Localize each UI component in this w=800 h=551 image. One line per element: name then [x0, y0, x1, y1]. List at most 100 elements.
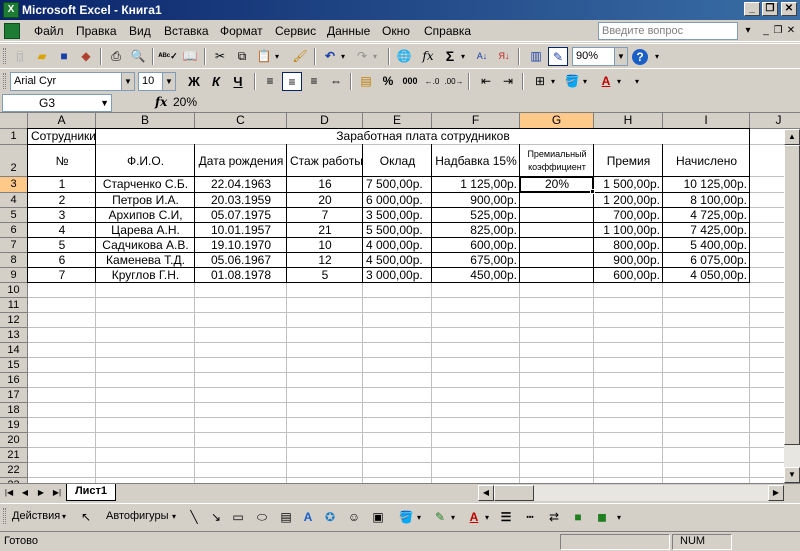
cell[interactable]: 7 [288, 208, 362, 222]
row-header[interactable]: 14 [0, 343, 28, 358]
name-box[interactable]: G3 ▼ [2, 94, 112, 112]
row-header[interactable]: 3 [0, 177, 28, 193]
font-size-select[interactable]: 10 ▼ [138, 72, 176, 91]
cell[interactable]: 1 500,00р. [595, 177, 662, 192]
row-header[interactable]: 1 [0, 129, 28, 145]
arrow-style-icon[interactable]: ⇄ [544, 508, 564, 527]
cell[interactable]: 12 [288, 253, 362, 267]
currency-icon[interactable]: ▤ [356, 72, 376, 91]
thousands-icon[interactable]: 000 [400, 72, 420, 91]
column-header[interactable]: G [520, 113, 594, 129]
textbox-icon[interactable]: ▤ [276, 508, 296, 527]
cell[interactable]: 10 125,00р. [664, 177, 749, 192]
cell[interactable]: № [29, 145, 95, 176]
borders-icon[interactable]: ⊞ [530, 72, 550, 91]
diagram-icon[interactable]: ✪ [320, 508, 340, 527]
shadow-icon[interactable]: ■ [568, 508, 588, 527]
font-dropdown-icon[interactable]: ▼ [121, 73, 134, 90]
draw-font-color-icon[interactable]: A [464, 508, 484, 527]
sort-desc-icon[interactable]: Я↓ [494, 47, 514, 66]
cell[interactable]: Круглов Г.Н. [97, 268, 194, 282]
arrow-icon[interactable]: ↘ [206, 508, 226, 527]
decrease-decimal-icon[interactable]: .00→ [444, 72, 464, 91]
scroll-left-icon[interactable]: ◀ [478, 485, 494, 501]
cell[interactable]: 20 [288, 193, 362, 207]
cell[interactable]: 3 [29, 208, 95, 222]
cell[interactable]: 825,00р. [433, 223, 519, 237]
scroll-right-icon[interactable]: ▶ [768, 485, 784, 501]
decrease-indent-icon[interactable]: ⇤ [476, 72, 496, 91]
cell[interactable]: 6 000,00р. [364, 193, 431, 207]
autoshapes-dropdown-icon[interactable]: ▾ [172, 512, 176, 521]
cell[interactable]: 05.07.1975 [196, 208, 286, 222]
italic-button[interactable]: К [206, 72, 226, 91]
cell[interactable]: 1 100,00р. [595, 223, 662, 237]
format-painter-icon[interactable]: 🖌 [290, 47, 310, 66]
row-header[interactable]: 15 [0, 358, 28, 373]
select-all-corner[interactable] [0, 113, 28, 129]
cell[interactable]: 6 075,00р. [664, 253, 749, 267]
row-header[interactable]: 8 [0, 253, 28, 268]
cell[interactable]: 800,00р. [595, 238, 662, 252]
cell[interactable]: 1 [29, 177, 95, 192]
dash-style-icon[interactable]: ┅ [520, 508, 540, 527]
cell[interactable]: Каменева Т.Д. [97, 253, 194, 267]
cell[interactable]: Садчикова А.В. [97, 238, 194, 252]
menu-format[interactable]: Формат [220, 24, 263, 38]
new-icon[interactable]: ▯ [10, 47, 30, 66]
zoom-dropdown-icon[interactable]: ▼ [614, 48, 627, 65]
align-right-icon[interactable]: ≡ [304, 72, 324, 91]
print-icon[interactable]: ⎙ [106, 47, 126, 66]
line-color-dropdown-icon[interactable]: ▾ [448, 508, 458, 527]
cell[interactable]: Премия [595, 145, 662, 176]
row-header[interactable]: 17 [0, 388, 28, 403]
column-header[interactable]: H [594, 113, 663, 129]
prev-sheet-icon[interactable]: ◀ [18, 486, 32, 500]
sheet-tab[interactable]: Лист1 [66, 484, 116, 501]
row-header[interactable]: 19 [0, 418, 28, 433]
redo-dropdown-icon[interactable]: ▾ [370, 47, 380, 66]
copy-icon[interactable]: ⧉ [232, 47, 252, 66]
increase-indent-icon[interactable]: ⇥ [498, 72, 518, 91]
workbook-icon[interactable] [4, 23, 20, 39]
zoom-select[interactable]: 90% ▼ [572, 47, 628, 66]
menu-file[interactable]: Файл [34, 24, 64, 38]
open-icon[interactable]: ▰ [32, 47, 52, 66]
cell[interactable]: 7 500,00р. [364, 177, 431, 192]
cell[interactable]: 675,00р. [433, 253, 519, 267]
menu-edit[interactable]: Правка [76, 24, 117, 38]
cell[interactable]: 01.08.1978 [196, 268, 286, 282]
cell[interactable]: 5 [288, 268, 362, 282]
align-center-icon[interactable]: ≡ [282, 72, 302, 91]
fill-handle[interactable] [590, 189, 595, 194]
function-icon[interactable]: fx [418, 47, 438, 66]
cell[interactable]: 600,00р. [595, 268, 662, 282]
cell[interactable]: Стаж работы [288, 145, 362, 176]
row-header[interactable]: 12 [0, 313, 28, 328]
cell[interactable]: 05.06.1967 [196, 253, 286, 267]
column-header[interactable]: A [28, 113, 96, 129]
cell[interactable]: 6 [29, 253, 95, 267]
row-header[interactable]: 13 [0, 328, 28, 343]
help-dropdown-icon[interactable]: ▾ [742, 24, 754, 38]
row-header[interactable]: 20 [0, 433, 28, 448]
menu-insert[interactable]: Вставка [164, 24, 209, 38]
cell[interactable]: 3 500,00р. [364, 208, 431, 222]
cell[interactable]: 22.04.1963 [196, 177, 286, 192]
3d-icon[interactable]: ◼ [592, 508, 612, 527]
paste-icon[interactable]: 📋 [254, 47, 274, 66]
worksheet-grid[interactable]: A B C D E F G H I J 1 2 3 4 5 6 7 8 9 10 11 12 13 14 15 16 17 18 19 2… [0, 113, 800, 483]
font-color-icon[interactable]: A [596, 72, 616, 91]
row-header[interactable]: 7 [0, 238, 28, 253]
chart-icon[interactable]: ▥ [526, 47, 546, 66]
autosum-icon[interactable]: Σ [440, 47, 460, 66]
toolbar-grip[interactable] [3, 508, 6, 524]
scroll-down-icon[interactable]: ▼ [784, 467, 800, 483]
cell[interactable]: 700,00р. [595, 208, 662, 222]
picture-icon[interactable]: ▣ [368, 508, 388, 527]
insert-function-icon[interactable]: fx [155, 95, 167, 109]
paste-dropdown-icon[interactable]: ▾ [272, 47, 282, 66]
cell[interactable]: Старченко С.Б. [97, 177, 194, 192]
restore-button[interactable]: ❐ [762, 2, 778, 16]
redo-icon[interactable]: ↷ [352, 47, 372, 66]
